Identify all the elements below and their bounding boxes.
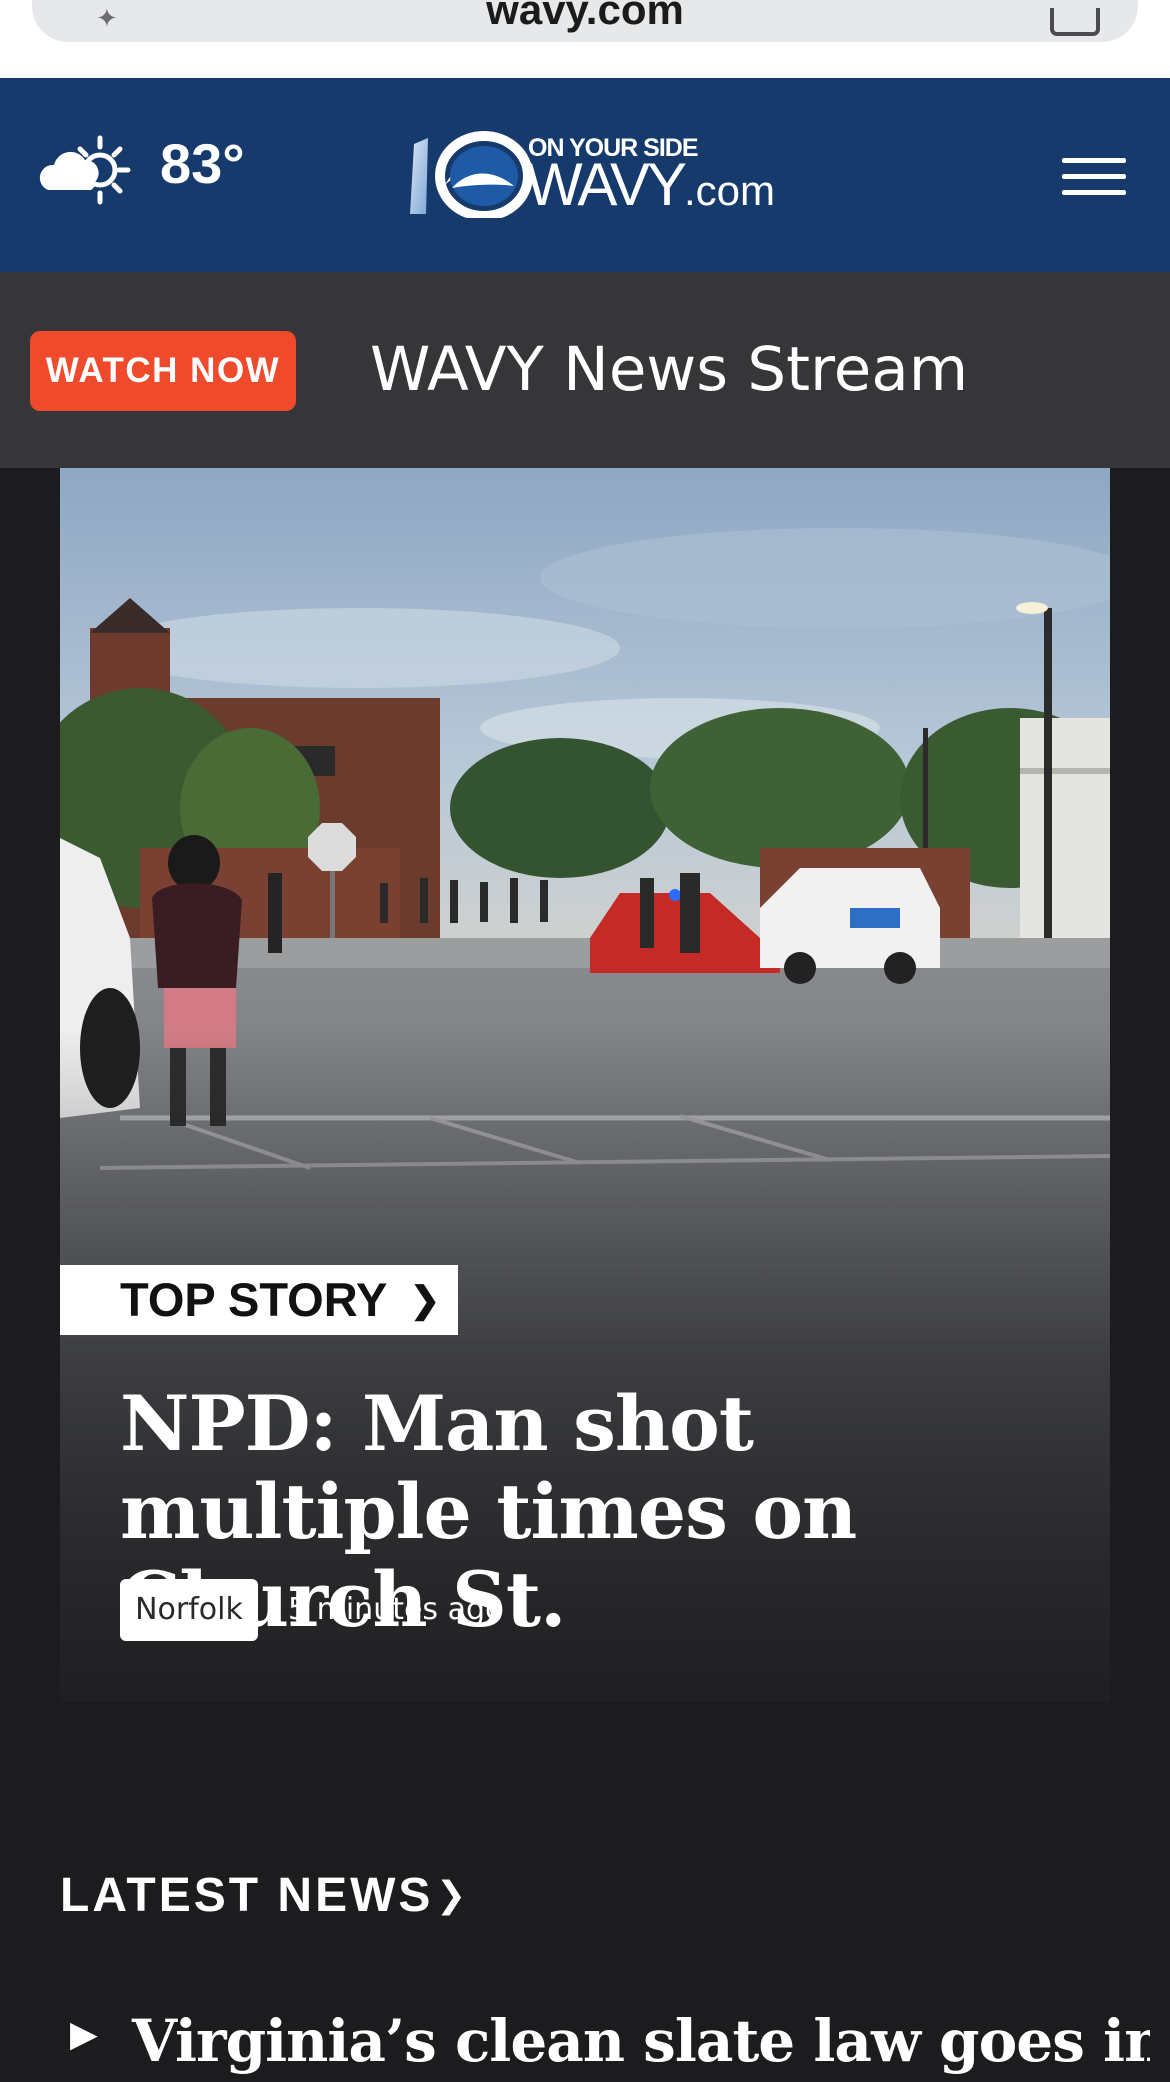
logo-wordmark: WAVY.com: [526, 152, 775, 218]
partly-cloudy-icon[interactable]: [38, 134, 138, 214]
story-timestamp: 5 minutes ago: [288, 1592, 504, 1627]
address-bar[interactable]: ✦ wavy.com: [32, 0, 1138, 42]
watch-now-bar[interactable]: WATCH NOW WAVY News Stream: [0, 272, 1170, 468]
top-story-text: TOP STORY: [120, 1273, 388, 1326]
play-bullet-icon: ▶: [70, 2014, 98, 2055]
logo-name: WAVY: [526, 151, 687, 218]
wavy-logo[interactable]: ON YOUR SIDE WAVY.com: [404, 124, 775, 224]
stream-title[interactable]: WAVY News Stream: [370, 330, 968, 410]
hamburger-menu-icon[interactable]: [1062, 150, 1126, 198]
latest-news-heading[interactable]: LATEST NEWS: [60, 1868, 433, 1924]
list-item[interactable]: ▶ Virginia’s clean slate law goes into: [70, 2002, 1150, 2082]
top-story-headline[interactable]: NPD: Man shot multiple times on Church S…: [120, 1380, 1080, 1644]
watch-now-badge[interactable]: WATCH NOW: [30, 331, 296, 411]
url-text[interactable]: wavy.com: [32, 0, 1138, 34]
chevron-right-icon[interactable]: ❯: [436, 1868, 466, 1924]
browser-top-bar: ✦ wavy.com: [0, 0, 1170, 78]
top-story-card[interactable]: TOP STORY ❯ NPD: Man shot multiple times…: [60, 468, 1110, 1702]
weather-temperature[interactable]: 83°: [160, 136, 245, 192]
news-item-title[interactable]: Virginia’s clean slate law goes into: [132, 2002, 1150, 2080]
logo-suffix: .com: [684, 167, 776, 214]
channel-10-logo-mark: [410, 131, 532, 218]
site-header: 83° ON YOUR SIDE WAVY.com: [0, 78, 1170, 272]
chevron-right-icon: ❯: [410, 1279, 441, 1320]
location-tag[interactable]: Norfolk: [120, 1579, 258, 1641]
tabs-icon[interactable]: [1050, 8, 1100, 36]
top-story-label[interactable]: TOP STORY ❯: [60, 1265, 458, 1335]
